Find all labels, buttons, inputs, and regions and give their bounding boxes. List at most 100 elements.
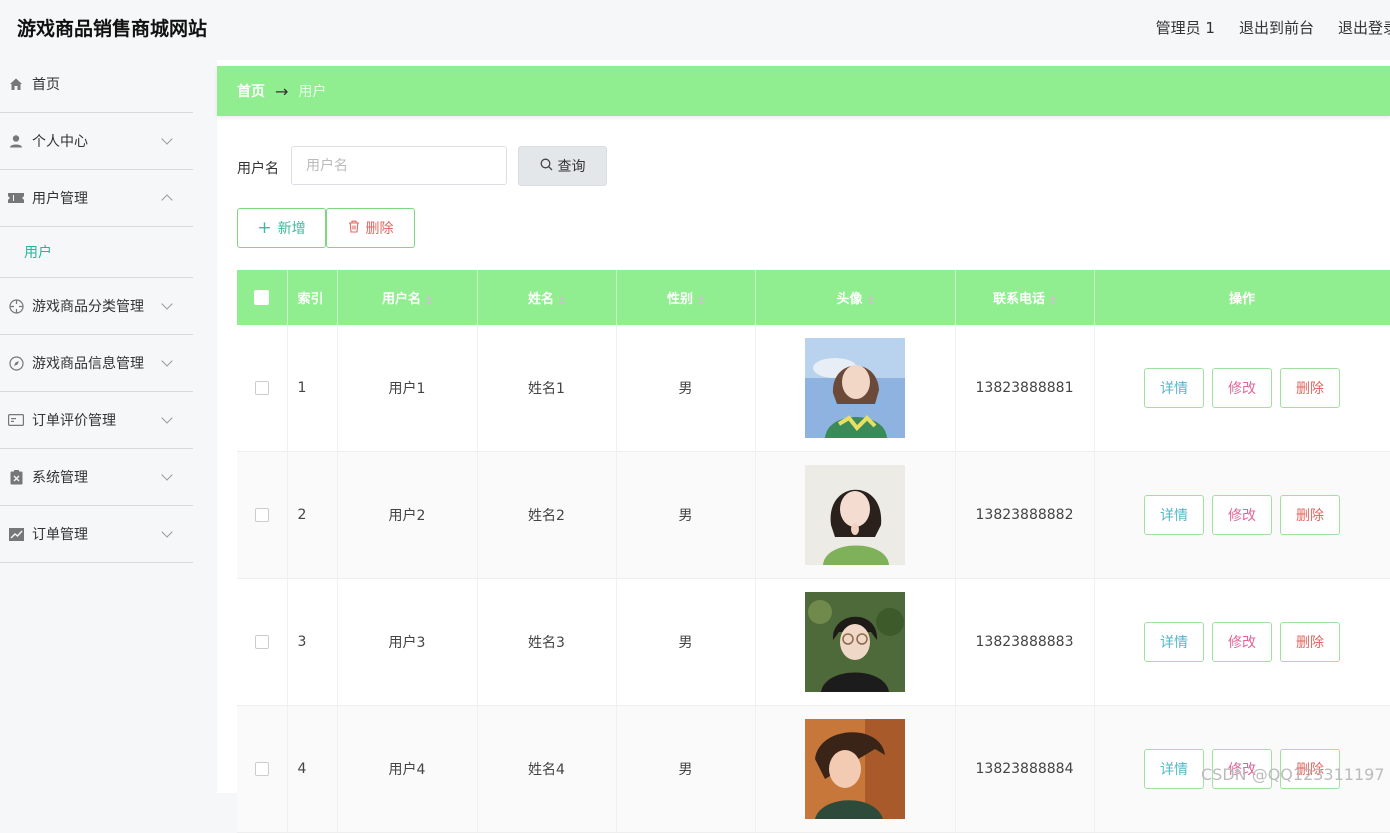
detail-button[interactable]: 详情 [1144,749,1204,789]
row-select-cell[interactable] [237,705,288,833]
avatar [805,719,905,819]
column-header-avatar[interactable]: 头像 [755,270,956,325]
sort-icon[interactable] [1050,294,1056,305]
top-bar: 游戏商品销售商城网站 管理员 1 退出到前台 退出登录 [0,0,1390,60]
row-select-cell[interactable] [237,325,288,452]
row-checkbox[interactable] [254,508,269,522]
sidebar-item-personal-center[interactable]: 个人中心 [0,113,193,170]
row-username: 用户1 [337,325,478,452]
sort-icon[interactable] [559,294,565,305]
user-icon [8,133,24,149]
row-username: 用户3 [337,578,478,706]
row-name: 姓名4 [477,705,617,833]
row-checkbox[interactable] [254,381,269,395]
back-to-frontend-link[interactable]: 退出到前台 [1239,17,1314,38]
sidebar-item-product-info-management[interactable]: 游戏商品信息管理 [0,335,193,392]
table-row: 3 用户3 姓名3 男 13823888883 详情 修改 删除 [237,578,1390,706]
row-gender: 男 [616,451,756,579]
column-label: 联系电话 [992,292,1045,307]
column-header-username[interactable]: 用户名 [337,270,478,325]
query-button[interactable]: 查询 [518,146,607,186]
row-phone: 13823888883 [955,578,1095,706]
row-name: 姓名3 [477,578,617,706]
sidebar-item-label: 游戏商品分类管理 [32,299,144,315]
table-row: 2 用户2 姓名2 男 13823888882 详情 修改 删除 [237,451,1390,579]
ticket-icon [8,190,24,206]
sidebar-item-category-management[interactable]: 游戏商品分类管理 [0,278,193,335]
row-select-cell[interactable] [237,451,288,579]
row-index: 2 [287,451,338,579]
row-avatar-cell [755,578,956,706]
batch-delete-label: 删除 [365,221,394,237]
watermark: CSDN @QQ123311197 [1201,765,1385,784]
column-header-actions: 操作 [1094,270,1390,325]
row-username: 用户4 [337,705,478,833]
avatar [805,592,905,692]
plus-icon: + [257,217,272,238]
logout-link[interactable]: 退出登录 [1338,17,1390,38]
chevron-down-icon [161,412,173,424]
row-phone: 13823888881 [955,325,1095,452]
sidebar-item-label: 订单管理 [32,527,88,543]
table-row: 1 用户1 姓名1 男 13823888881 详情 修改 删除 [237,325,1390,452]
clipboard-icon [8,469,24,485]
select-all-cell[interactable] [237,270,288,325]
sidebar-item-label: 用户管理 [32,191,88,207]
column-header-phone[interactable]: 联系电话 [955,270,1095,325]
sidebar-item-review-management[interactable]: 订单评价管理 [0,392,193,449]
column-label: 性别 [666,292,693,307]
row-actions-cell: 详情 修改 删除 [1094,578,1390,706]
column-header-gender[interactable]: 性别 [616,270,756,325]
row-checkbox[interactable] [254,762,269,776]
add-button[interactable]: + 新增 [237,208,326,248]
row-gender: 男 [616,578,756,706]
row-gender: 男 [616,705,756,833]
sort-icon[interactable] [698,294,704,305]
batch-delete-button[interactable]: 删除 [326,208,415,248]
sort-icon[interactable] [426,294,432,305]
sidebar-item-home[interactable]: 首页 [0,56,193,113]
breadcrumb-home[interactable]: 首页 [237,81,265,101]
avatar [805,465,905,565]
username-search-input[interactable] [291,146,507,185]
detail-button[interactable]: 详情 [1144,622,1204,662]
row-checkbox[interactable] [254,635,269,649]
sidebar-item-label: 个人中心 [32,134,88,150]
row-avatar-cell [755,705,956,833]
detail-button[interactable]: 详情 [1144,368,1204,408]
edit-button[interactable]: 修改 [1212,368,1272,408]
search-label: 用户名 [237,161,279,177]
edit-button[interactable]: 修改 [1212,622,1272,662]
trash-icon [348,220,360,237]
row-select-cell[interactable] [237,578,288,706]
search-icon [540,158,553,175]
table-header-row: 索引 用户名 姓名 性别 头像 联系电话 操作 [237,270,1390,325]
column-header-index: 索引 [287,270,338,325]
sidebar-item-label: 游戏商品信息管理 [32,356,144,372]
delete-button[interactable]: 删除 [1280,495,1340,535]
delete-button[interactable]: 删除 [1280,368,1340,408]
row-gender: 男 [616,325,756,452]
row-index: 3 [287,578,338,706]
row-avatar-cell [755,451,956,579]
chevron-down-icon [161,355,173,367]
sidebar-item-user-management[interactable]: 用户管理 [0,170,193,227]
user-table: 索引 用户名 姓名 性别 头像 联系电话 操作 1 用户1 姓名1 男 1382… [237,270,1390,833]
detail-button[interactable]: 详情 [1144,495,1204,535]
sidebar-item-system-management[interactable]: 系统管理 [0,449,193,506]
home-icon [8,76,24,92]
sidebar-item-order-management[interactable]: 订单管理 [0,506,193,563]
admin-user-link[interactable]: 管理员 1 [1156,17,1215,38]
sort-icon[interactable] [867,294,874,305]
sidebar-subitem-users[interactable]: 用户 [0,227,193,278]
select-all-checkbox[interactable] [254,290,270,305]
chevron-down-icon [161,298,173,310]
site-title: 游戏商品销售商城网站 [17,18,208,40]
row-actions-cell: 详情 修改 删除 [1094,325,1390,452]
breadcrumb: 首页 → 用户 [217,66,1390,116]
delete-button[interactable]: 删除 [1280,622,1340,662]
edit-button[interactable]: 修改 [1212,495,1272,535]
row-username: 用户2 [337,451,478,579]
sidebar: 首页 个人中心 用户管理 用户 游戏商品分类管理 游戏商品信息管理 订单评价管理 [0,56,193,563]
column-header-name[interactable]: 姓名 [477,270,617,325]
